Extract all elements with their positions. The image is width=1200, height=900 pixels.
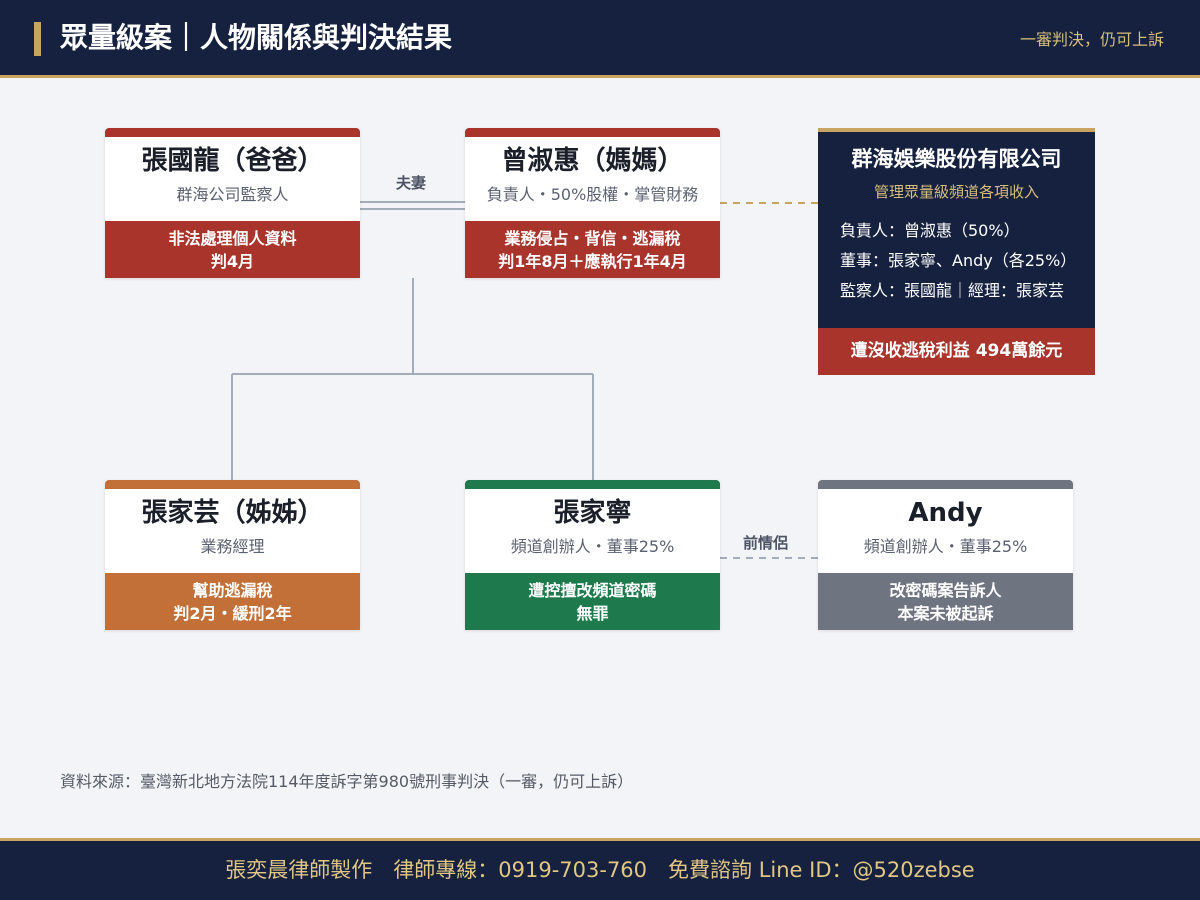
verdict-charge: 幫助逃漏稅: [192, 580, 273, 600]
person-role: 頻道創辦人・董事25%: [863, 537, 1028, 556]
company-card: 群海娛樂股份有限公司 管理眾量級頻道各項收入 負責人：曾淑惠（50%） 董事：張…: [818, 128, 1095, 375]
footer-bar: 張奕晨律師製作 律師專線：0919-703-760 免費諮詢 Line ID：@…: [0, 838, 1200, 900]
card-color-bar: [105, 480, 360, 489]
person-name: 張國龍（爸爸）: [141, 146, 324, 176]
verdict-charge: 非法處理個人資料: [168, 228, 297, 248]
person-card-mother: 曾淑惠（媽媽） 負責人・50%股權・掌管財務 業務侵占・背信・逃漏稅 判1年8月…: [465, 128, 720, 278]
person-card-son: 張家寧 頻道創辦人・董事25% 遭控擅改頻道密碼 無罪: [465, 480, 720, 630]
person-name: Andy: [908, 498, 983, 528]
company-detail-line: 負責人：曾淑惠（50%）: [840, 221, 1020, 240]
person-card-father: 張國龍（爸爸） 群海公司監察人 非法處理個人資料 判4月: [105, 128, 360, 278]
source-citation: 資料來源：臺灣新北地方法院114年度訴字第980號刑事判決（一審，仍可上訴）: [60, 772, 634, 791]
person-name: 曾淑惠（媽媽）: [501, 146, 684, 176]
verdict-sentence: 判4月: [210, 251, 255, 271]
verdict-sentence: 判2月・緩刑2年: [173, 603, 292, 623]
company-description: 管理眾量級頻道各項收入: [873, 183, 1039, 201]
spouse-relation-label: 夫妻: [396, 174, 427, 192]
verdict-sentence: 判1年8月＋應執行1年4月: [498, 251, 687, 271]
person-role: 業務經理: [200, 537, 265, 556]
verdict-charge: 改密碼案告訴人: [889, 580, 1002, 600]
verdict-box: 業務侵占・背信・逃漏稅 判1年8月＋應執行1年4月: [465, 221, 720, 278]
verdict-charge: 遭控擅改頻道密碼: [528, 580, 657, 600]
company-detail-line: 監察人：張國龍｜經理：張家芸: [840, 281, 1065, 300]
verdict-charge: 業務侵占・背信・逃漏稅: [504, 228, 681, 248]
verdict-sentence: 本案未被起訴: [897, 603, 994, 623]
company-details: 負責人：曾淑惠（50%） 董事：張家寧、Andy（各25%） 監察人：張國龍｜經…: [840, 216, 1095, 306]
footer-credit: 張奕晨律師製作 律師專線：0919-703-760 免費諮詢 Line ID：@…: [225, 858, 975, 882]
person-card-sister: 張家芸（姊姊） 業務經理 幫助逃漏稅 判2月・緩刑2年: [105, 480, 360, 630]
person-name: 張家寧: [553, 498, 632, 528]
card-color-bar: [818, 480, 1073, 489]
person-name: 張家芸（姊姊）: [141, 498, 324, 528]
person-card-andy: Andy 頻道創辦人・董事25% 改密碼案告訴人 本案未被起訴: [818, 480, 1073, 630]
person-role: 群海公司監察人: [176, 185, 289, 204]
company-detail-line: 董事：張家寧、Andy（各25%）: [840, 251, 1077, 270]
verdict-sentence: 無罪: [576, 603, 609, 623]
person-role: 負責人・50%股權・掌管財務: [486, 185, 699, 204]
company-accent-bar: [818, 128, 1095, 132]
company-result: 遭沒收逃稅利益 494萬餘元: [818, 328, 1095, 375]
ex-partner-relation-label: 前情侶: [743, 534, 789, 552]
verdict-box: 非法處理個人資料 判4月: [105, 221, 360, 278]
card-color-bar: [465, 480, 720, 489]
person-role: 頻道創辦人・董事25%: [510, 537, 675, 556]
verdict-box: 幫助逃漏稅 判2月・緩刑2年: [105, 573, 360, 630]
verdict-box: 遭控擅改頻道密碼 無罪: [465, 573, 720, 630]
card-color-bar: [105, 128, 360, 137]
verdict-box: 改密碼案告訴人 本案未被起訴: [818, 573, 1073, 630]
card-color-bar: [465, 128, 720, 137]
company-name: 群海娛樂股份有限公司: [851, 147, 1062, 171]
